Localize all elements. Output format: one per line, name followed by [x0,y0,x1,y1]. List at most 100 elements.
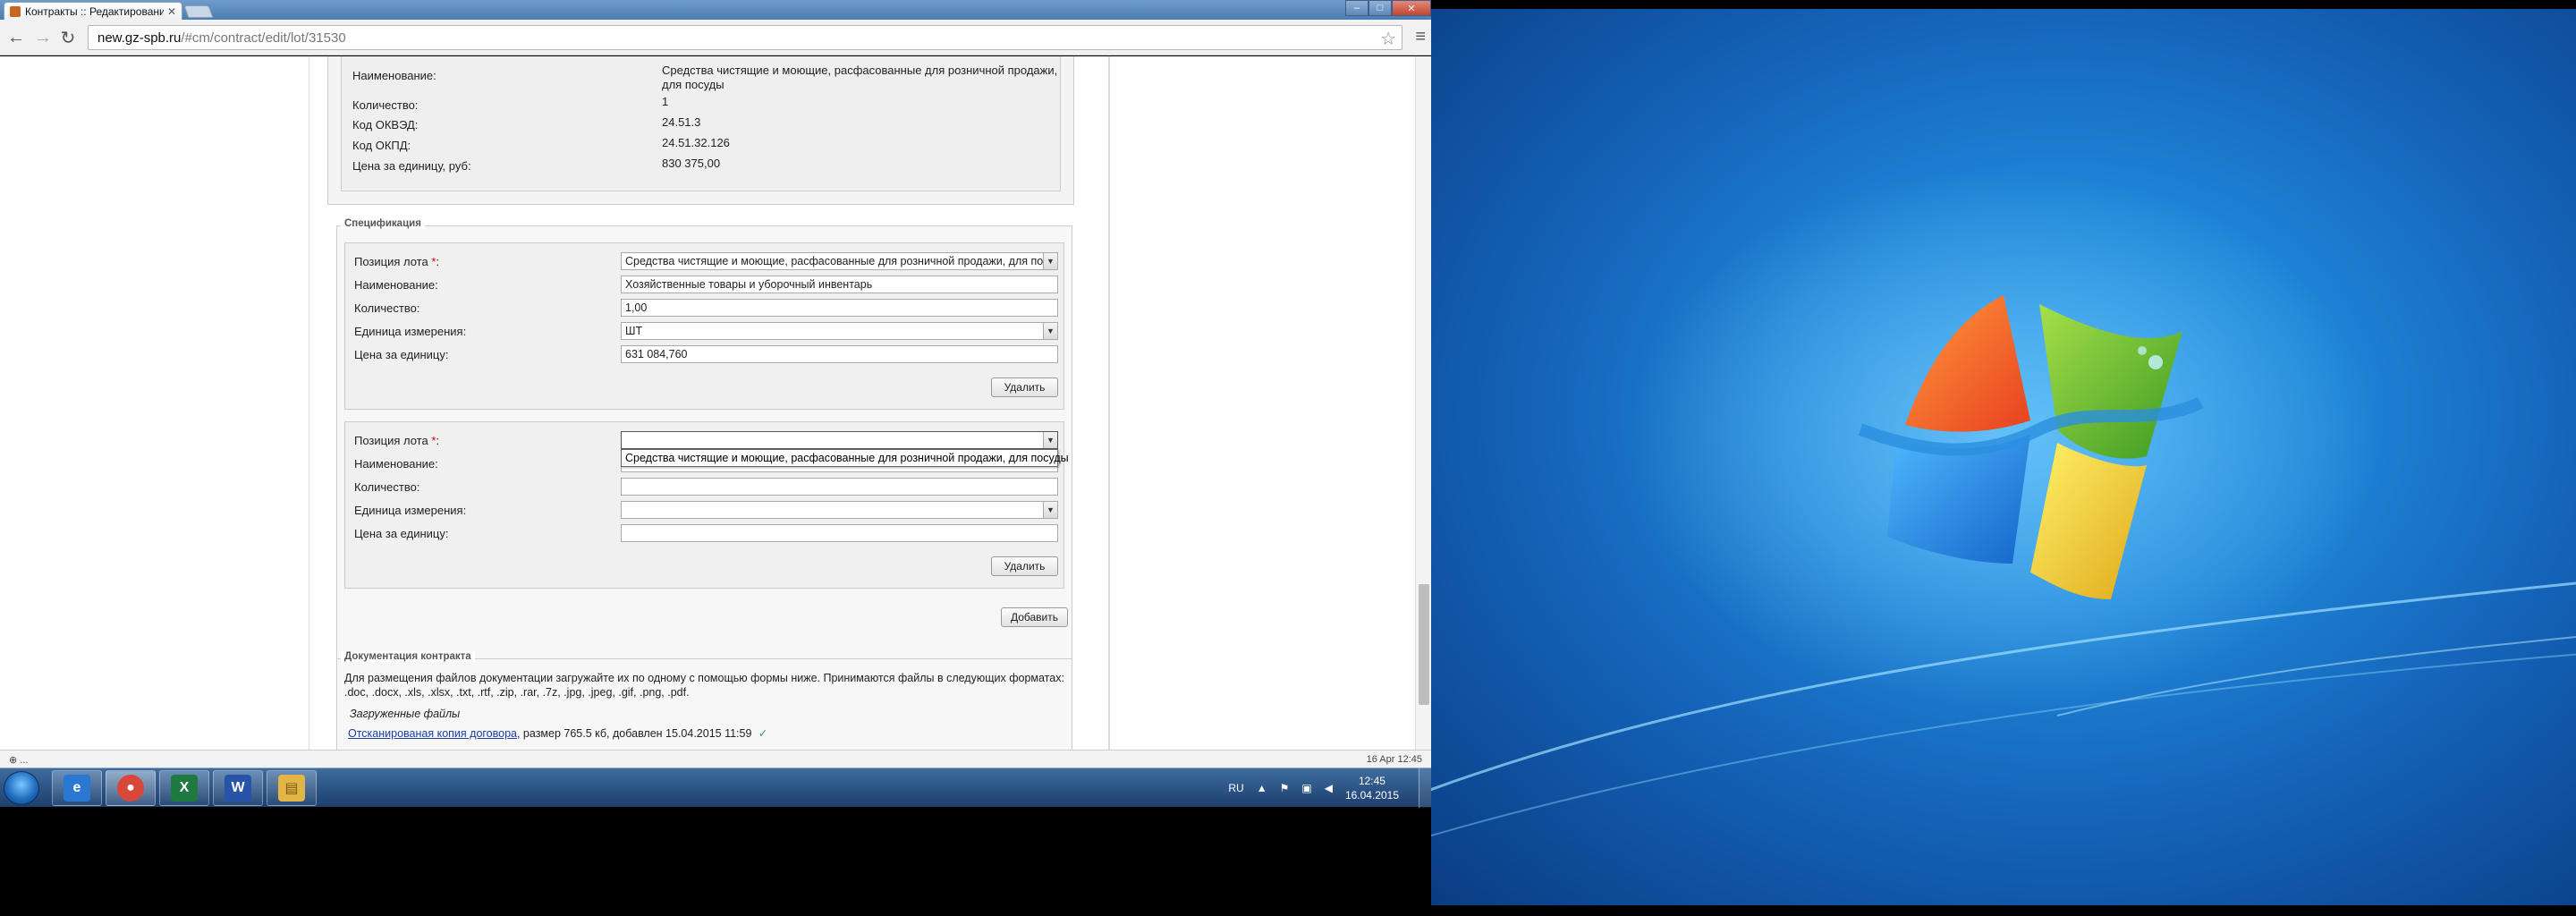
page-scrollbar[interactable] [1415,56,1431,750]
taskbar-explorer[interactable]: ▤ [267,770,317,806]
lot-okpd-label: Код ОКПД: [352,139,411,152]
browser-menu-icon[interactable]: ≡ [1415,27,1426,47]
tray-clock[interactable]: 12:45 16.04.2015 [1345,774,1399,802]
chevron-down-icon: ▼ [1043,253,1057,269]
documents-description-line1: Для размещения файлов документации загру… [344,672,1064,684]
forward-arrow-icon[interactable]: → [32,27,54,48]
unit-label: Единица измерения: [354,504,467,517]
qty-input[interactable] [621,478,1058,496]
lot-okved-label: Код ОКВЭД: [352,118,419,131]
excel-icon: X [171,775,198,802]
documents-legend: Документация контракта [341,651,475,662]
tab-close-icon[interactable]: ✕ [167,5,176,18]
scrollbar-thumb[interactable] [1419,584,1429,705]
price-label: Цена за единицу: [354,527,449,540]
lot-info-box: Наименование: Средства чистящие и моющие… [341,56,1061,191]
spec-item-1: Позиция лота *: Средства чистящие и моющ… [344,242,1064,410]
lot-name-continuation: для посуды [662,78,724,91]
documents-fieldset: Документация контракта Для размещения фа… [336,651,1072,750]
address-bar[interactable]: new.gz-spb.ru/#cm/contract/edit/lot/3153… [88,25,1402,50]
start-button-icon[interactable] [4,771,39,805]
name-input[interactable]: Хозяйственные товары и уборочный инвента… [621,276,1058,293]
position-select[interactable]: Средства чистящие и моющие, расфасованны… [621,252,1058,270]
folder-icon: ▤ [278,775,305,802]
uploaded-files-title: Загруженные файлы [350,708,461,720]
qty-input[interactable]: 1,00 [621,299,1058,317]
lot-name-label: Наименование: [352,69,436,82]
site-favicon-icon [10,5,21,17]
chevron-down-icon: ▼ [1043,502,1057,518]
position-label: Позиция лота *: [354,434,440,447]
minimize-button[interactable]: – [1345,0,1368,16]
taskbar-ie[interactable]: e [52,770,102,806]
lot-qty-label: Количество: [352,98,419,112]
browser-titlebar: Контракты :: Редактирование ✕ – □ ✕ [0,0,1431,20]
lot-okved-value: 24.51.3 [662,115,701,129]
new-tab-button[interactable] [183,5,214,18]
unit-select[interactable]: ▼ [621,501,1058,519]
back-arrow-icon[interactable]: ← [5,27,27,48]
network-icon[interactable]: ▣ [1301,782,1311,794]
documents-description-line2: .doc, .docx, .xls, .xlsx, .txt, .rtf, .z… [344,686,690,699]
delete-button[interactable]: Удалить [991,556,1058,576]
word-icon: W [225,775,251,802]
price-input[interactable] [621,524,1058,542]
lot-price-label: Цена за единицу, руб: [352,159,471,173]
unit-select-value: ШТ [625,325,643,337]
taskbar-chrome[interactable]: ● [106,770,156,806]
page-content: Наименование: Средства чистящие и моющие… [309,56,1109,750]
action-center-flag-icon[interactable]: ⚑ [1280,782,1290,794]
desktop-wallpaper [1431,9,2576,905]
position-dropdown-option[interactable]: Средства чистящие и моющие, расфасованны… [621,449,1069,467]
show-desktop-button[interactable] [1419,768,1431,808]
lot-name-value: Средства чистящие и моющие, расфасованны… [662,64,1058,77]
position-select[interactable]: ▼ [621,431,1058,449]
delete-button[interactable]: Удалить [991,377,1058,397]
volume-icon[interactable]: ◀ [1325,782,1333,794]
add-button[interactable]: Добавить [1001,607,1068,627]
price-label: Цена за единицу: [354,348,449,361]
chevron-down-icon: ▼ [1043,323,1057,339]
name-label: Наименование: [354,457,438,471]
url-domain: new.gz-spb.ru [97,30,182,46]
browser-toolbar: ← → ↻ new.gz-spb.ru/#cm/contract/edit/lo… [0,20,1431,55]
position-select-value: Средства чистящие и моющие, расфасованны… [625,255,1058,267]
qty-label: Количество: [354,301,420,315]
status-left: ⊕ ... [9,755,29,766]
tab-title: Контракты :: Редактирование [25,4,164,18]
uploaded-file-entry: Отсканированая копия договора, размер 76… [348,726,767,741]
chrome-icon: ● [117,775,144,802]
url-path: /#cm/contract/edit/lot/31530 [181,30,346,46]
clock-time: 12:45 [1358,775,1385,787]
unit-label: Единица измерения: [354,325,467,338]
reload-icon[interactable]: ↻ [57,27,79,48]
uploaded-file-meta: , размер 765.5 кб, добавлен 15.04.2015 1… [516,727,752,740]
file-delete-icon[interactable]: ✓ [758,727,767,740]
tab-contracts[interactable]: Контракты :: Редактирование ✕ [4,2,182,20]
qty-label: Количество: [354,480,420,494]
specification-legend: Спецификация [341,218,425,229]
page-right-border [1109,56,1110,750]
tray-expand-icon[interactable]: ▲ [1257,782,1267,794]
windows-logo-wallpaper [1431,170,2576,837]
lot-okpd-value: 24.51.32.126 [662,136,730,149]
bookmark-star-icon[interactable]: ☆ [1380,28,1396,50]
internet-explorer-icon: e [64,775,90,802]
taskbar-excel[interactable]: X [159,770,209,806]
name-label: Наименование: [354,278,438,292]
specification-fieldset: Спецификация Позиция лота *: Средства чи… [336,218,1072,698]
clock-date: 16.04.2015 [1344,789,1399,802]
taskbar-word[interactable]: W [213,770,263,806]
close-window-button[interactable]: ✕ [1392,0,1431,16]
language-indicator[interactable]: RU [1228,782,1243,794]
status-right: 16 Apr 12:45 [1366,754,1422,765]
lot-qty-value: 1 [662,95,669,108]
price-input[interactable]: 631 084,760 [621,345,1058,363]
unit-select[interactable]: ШТ ▼ [621,322,1058,340]
left-monitor: Контракты :: Редактирование ✕ – □ ✕ ← → … [0,0,1431,916]
chevron-down-icon: ▼ [1043,432,1057,448]
maximize-button[interactable]: □ [1368,0,1392,16]
right-monitor [1431,0,2576,916]
uploaded-file-link[interactable]: Отсканированая копия договора [348,727,517,740]
lot-fieldset: Наименование: Средства чистящие и моющие… [327,56,1074,205]
